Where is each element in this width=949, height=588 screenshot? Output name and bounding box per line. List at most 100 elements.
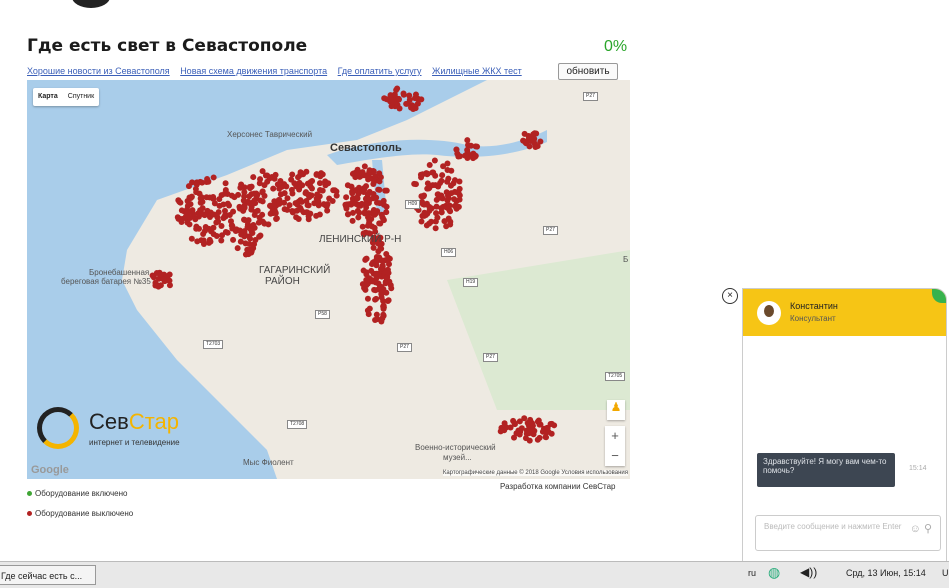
outage-marker[interactable] xyxy=(446,202,453,209)
outage-marker[interactable] xyxy=(370,190,377,197)
outage-marker[interactable] xyxy=(166,271,173,278)
outage-marker[interactable] xyxy=(259,211,266,218)
outage-marker[interactable] xyxy=(214,214,221,221)
map-type-map[interactable]: Карта xyxy=(33,88,63,106)
outage-marker[interactable] xyxy=(256,180,263,187)
outage-marker[interactable] xyxy=(350,170,357,177)
outage-marker[interactable] xyxy=(400,90,407,97)
outage-marker[interactable] xyxy=(371,210,378,217)
outage-marker[interactable] xyxy=(286,202,293,209)
outage-marker[interactable] xyxy=(444,178,451,185)
outage-marker[interactable] xyxy=(343,205,350,212)
outage-marker[interactable] xyxy=(452,203,459,210)
outage-marker[interactable] xyxy=(230,236,237,243)
user-indicator[interactable]: U xyxy=(942,568,949,578)
outage-marker[interactable] xyxy=(403,100,410,107)
outage-marker[interactable] xyxy=(281,206,288,213)
outage-marker[interactable] xyxy=(380,302,387,309)
outage-marker[interactable] xyxy=(438,205,445,212)
outage-marker[interactable] xyxy=(378,318,385,325)
outage-marker[interactable] xyxy=(259,188,266,195)
outage-marker[interactable] xyxy=(412,181,419,188)
outage-marker[interactable] xyxy=(462,152,469,159)
outage-marker[interactable] xyxy=(362,255,369,262)
outage-marker[interactable] xyxy=(433,210,440,217)
outage-marker[interactable] xyxy=(186,221,193,228)
outage-marker[interactable] xyxy=(199,210,206,217)
outage-marker[interactable] xyxy=(385,261,392,268)
outage-marker[interactable] xyxy=(222,180,229,187)
link-good-news[interactable]: Хорошие новости из Севастополя xyxy=(27,66,170,76)
outage-marker[interactable] xyxy=(265,221,272,228)
outage-marker[interactable] xyxy=(361,163,368,170)
outage-marker[interactable] xyxy=(472,143,479,150)
outage-marker[interactable] xyxy=(394,102,401,109)
outage-marker[interactable] xyxy=(280,182,287,189)
outage-marker[interactable] xyxy=(359,223,366,230)
outage-marker[interactable] xyxy=(250,174,257,181)
outage-marker[interactable] xyxy=(240,207,247,214)
emoji-icon[interactable]: ☺ xyxy=(910,523,921,535)
map-type-satellite[interactable]: Спутник xyxy=(63,88,99,106)
outage-marker[interactable] xyxy=(224,200,231,207)
outage-marker[interactable] xyxy=(193,189,200,196)
outage-marker[interactable] xyxy=(437,180,444,187)
outage-marker[interactable] xyxy=(364,295,371,302)
outage-marker[interactable] xyxy=(227,218,234,225)
outage-marker[interactable] xyxy=(174,214,181,221)
outage-marker[interactable] xyxy=(410,103,417,110)
outage-marker[interactable] xyxy=(534,418,541,425)
outage-marker[interactable] xyxy=(251,190,258,197)
outage-marker[interactable] xyxy=(364,210,371,217)
outage-marker[interactable] xyxy=(545,428,552,435)
outage-marker[interactable] xyxy=(388,103,395,110)
outage-marker[interactable] xyxy=(247,246,254,253)
outage-marker[interactable] xyxy=(211,200,218,207)
outage-marker[interactable] xyxy=(218,223,225,230)
outage-marker[interactable] xyxy=(456,185,463,192)
outage-marker[interactable] xyxy=(378,211,385,218)
outage-marker[interactable] xyxy=(368,267,375,274)
outage-marker[interactable] xyxy=(273,215,280,222)
outage-marker[interactable] xyxy=(453,146,460,153)
outage-marker[interactable] xyxy=(246,183,253,190)
outage-marker[interactable] xyxy=(245,217,252,224)
outage-marker[interactable] xyxy=(353,201,360,208)
outage-marker[interactable] xyxy=(439,172,446,179)
outage-marker[interactable] xyxy=(300,171,307,178)
outage-marker[interactable] xyxy=(439,195,446,202)
outage-marker[interactable] xyxy=(349,217,356,224)
outage-marker[interactable] xyxy=(313,212,320,219)
outage-marker[interactable] xyxy=(539,428,546,435)
outage-marker[interactable] xyxy=(362,286,369,293)
outage-marker[interactable] xyxy=(262,172,269,179)
outage-marker[interactable] xyxy=(356,170,363,177)
outage-marker[interactable] xyxy=(361,281,368,288)
link-zhkh[interactable]: Жилищные ЖКХ тест xyxy=(432,66,522,76)
outage-marker[interactable] xyxy=(373,258,380,265)
outage-marker[interactable] xyxy=(536,434,543,441)
pegman-icon[interactable]: ♟ xyxy=(607,400,625,420)
outage-marker[interactable] xyxy=(366,196,373,203)
outage-marker[interactable] xyxy=(455,153,462,160)
chat-close-icon[interactable]: × xyxy=(722,288,738,304)
outage-marker[interactable] xyxy=(237,238,244,245)
outage-marker[interactable] xyxy=(303,197,310,204)
outage-marker[interactable] xyxy=(394,85,401,92)
outage-marker[interactable] xyxy=(373,295,380,302)
outage-marker[interactable] xyxy=(248,206,255,213)
outage-marker[interactable] xyxy=(206,236,213,243)
outage-marker[interactable] xyxy=(284,195,291,202)
outage-marker[interactable] xyxy=(445,215,452,222)
outage-marker[interactable] xyxy=(204,176,211,183)
outage-marker[interactable] xyxy=(210,224,217,231)
outage-marker[interactable] xyxy=(315,198,322,205)
outage-marker[interactable] xyxy=(224,229,231,236)
outage-marker[interactable] xyxy=(271,175,278,182)
outage-marker[interactable] xyxy=(313,171,320,178)
outage-marker[interactable] xyxy=(511,434,518,441)
outage-marker[interactable] xyxy=(344,182,351,189)
outage-marker[interactable] xyxy=(381,95,388,102)
outage-marker[interactable] xyxy=(362,200,369,207)
outage-marker[interactable] xyxy=(213,232,220,239)
